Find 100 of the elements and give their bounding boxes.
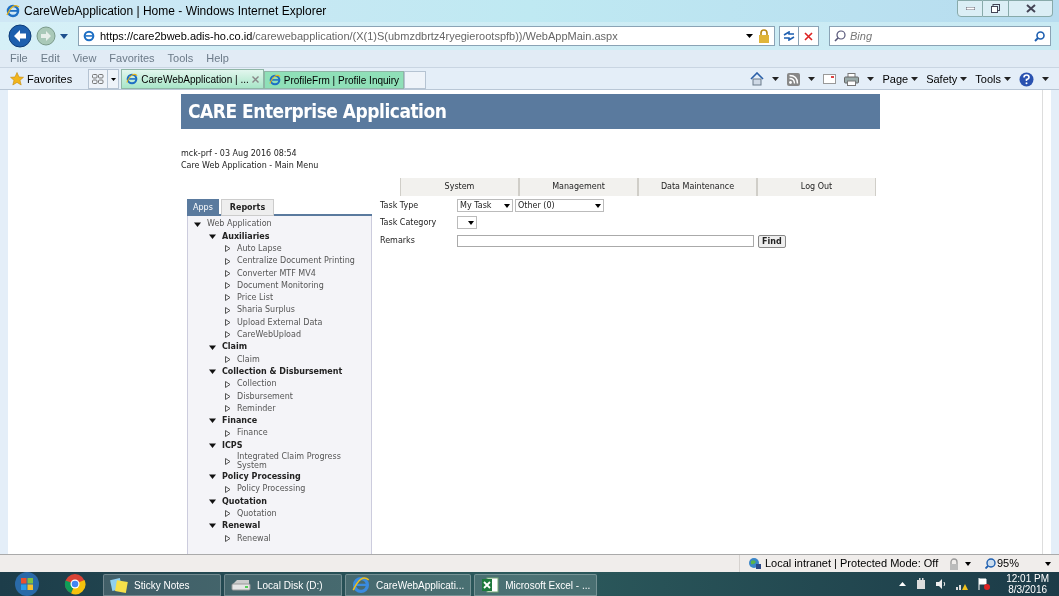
remarks-field[interactable] <box>457 235 754 247</box>
taskbar-button[interactable]: CareWebApplicati... <box>345 574 472 596</box>
task-type-dropdown[interactable]: My Task <box>457 199 513 212</box>
tree-item[interactable]: Disbursement <box>237 391 293 402</box>
expanded-arrow-icon[interactable] <box>209 232 216 240</box>
collapsed-arrow-icon[interactable] <box>224 245 231 253</box>
search-field[interactable]: Bing <box>829 26 1051 46</box>
start-button-icon[interactable] <box>12 572 42 596</box>
favorites-label[interactable]: Favorites <box>27 70 73 88</box>
tree-item[interactable]: Upload External Data <box>237 317 323 328</box>
tree-item[interactable]: Auto Lapse <box>237 244 282 254</box>
menu-item[interactable]: Favorites <box>109 50 155 67</box>
tree-item[interactable]: Claim <box>237 354 260 365</box>
expanded-arrow-icon[interactable] <box>209 343 216 351</box>
tree-item[interactable]: Policy Processing <box>237 484 306 494</box>
task-category-dropdown[interactable] <box>457 216 477 229</box>
taskbar-button[interactable]: Microsoft Excel - ... <box>474 574 598 596</box>
clock-date[interactable]: 8/3/2016 <box>1008 584 1048 595</box>
tree-item[interactable]: Centralize Document Printing <box>237 256 355 266</box>
menu-item[interactable]: File <box>10 50 28 67</box>
top-menu-item[interactable]: Management <box>519 178 638 196</box>
close-button[interactable] <box>1009 0 1053 17</box>
taskbar-button[interactable]: Sticky Notes <box>103 574 221 596</box>
expanded-arrow-icon[interactable] <box>209 473 216 481</box>
tree-item[interactable]: Renewal <box>237 533 271 543</box>
collapsed-arrow-icon[interactable] <box>224 355 231 363</box>
home-icon[interactable] <box>750 72 765 86</box>
command-menu-button[interactable]: Tools <box>975 70 1011 88</box>
command-menu-button[interactable]: Page <box>882 70 919 88</box>
caret-icon[interactable] <box>808 77 816 81</box>
tree-item[interactable]: Policy Processing <box>222 472 301 482</box>
collapsed-arrow-icon[interactable] <box>224 294 231 302</box>
tree-item[interactable]: Converter MTF MV4 <box>237 268 316 279</box>
collapsed-arrow-icon[interactable] <box>224 485 231 493</box>
tree-item[interactable]: Web Application <box>207 219 272 229</box>
collapsed-arrow-icon[interactable] <box>224 405 231 413</box>
collapsed-arrow-icon[interactable] <box>224 319 231 326</box>
search-icon[interactable] <box>1034 31 1045 42</box>
tree-item[interactable]: Reminder <box>237 403 276 414</box>
tree-item[interactable]: ICPS <box>222 440 243 451</box>
zoom-level[interactable]: 95% <box>996 555 1019 572</box>
taskbar-button[interactable]: Local Disk (D:) <box>224 574 342 596</box>
back-icon[interactable] <box>8 24 32 48</box>
collapsed-arrow-icon[interactable] <box>224 331 231 339</box>
side-tab[interactable]: Apps <box>187 199 219 216</box>
collapsed-arrow-icon[interactable] <box>224 282 231 290</box>
caret-icon[interactable] <box>1045 561 1051 566</box>
tree-item[interactable]: Integrated Claim Progress System <box>237 451 371 471</box>
top-menu-item[interactable]: System <box>400 178 519 196</box>
printer-icon[interactable] <box>844 72 860 86</box>
collapsed-arrow-icon[interactable] <box>224 534 231 542</box>
menu-item[interactable]: View <box>72 50 97 67</box>
menu-item[interactable]: Tools <box>167 50 194 67</box>
dropdown-caret-icon[interactable] <box>746 34 753 38</box>
refresh-button[interactable] <box>779 26 799 46</box>
collapsed-arrow-icon[interactable] <box>224 457 231 465</box>
tree-item[interactable]: Collection <box>237 379 277 389</box>
find-button[interactable]: Find <box>758 234 786 248</box>
chrome-icon[interactable] <box>64 573 86 595</box>
top-menu-item[interactable]: Data Maintenance <box>638 178 757 196</box>
expanded-arrow-icon[interactable] <box>209 497 216 505</box>
flag-error-icon[interactable] <box>978 578 991 590</box>
collapsed-arrow-icon[interactable] <box>224 510 231 518</box>
mail-icon[interactable] <box>823 74 837 84</box>
browser-tab[interactable]: ProfileFrm | Profile Inquiry <box>263 71 405 89</box>
collapsed-arrow-icon[interactable] <box>224 269 231 277</box>
side-tab[interactable]: Reports <box>220 199 275 216</box>
caret-icon[interactable] <box>772 77 780 81</box>
tree-item[interactable]: Finance <box>222 416 258 426</box>
tree-item[interactable]: CareWebUpload <box>237 330 301 340</box>
tree-item[interactable]: Quotation <box>222 496 267 507</box>
power-plug-icon[interactable] <box>916 578 927 590</box>
caret-icon[interactable] <box>964 561 971 566</box>
tab-list-button[interactable] <box>108 69 120 89</box>
collapsed-arrow-icon[interactable] <box>224 257 231 265</box>
caret-icon[interactable] <box>1042 77 1049 81</box>
caret-icon[interactable] <box>867 77 875 81</box>
menu-item[interactable]: Edit <box>40 50 60 67</box>
collapsed-arrow-icon[interactable] <box>224 306 231 314</box>
padlock-icon[interactable] <box>758 29 770 43</box>
clock-time[interactable]: 12:01 PM <box>1006 573 1049 584</box>
close-icon[interactable] <box>251 75 259 83</box>
tree-item[interactable]: Claim <box>222 342 248 352</box>
quick-tabs-button[interactable] <box>88 69 109 89</box>
expanded-arrow-icon[interactable] <box>209 522 216 530</box>
expanded-arrow-icon[interactable] <box>209 368 216 376</box>
stop-button[interactable] <box>799 26 819 46</box>
tree-item[interactable]: Sharia Surplus <box>237 305 295 315</box>
tree-item[interactable]: Document Monitoring <box>237 280 324 291</box>
collapsed-arrow-icon[interactable] <box>224 392 231 400</box>
help-icon[interactable] <box>1019 71 1034 87</box>
tree-item[interactable]: Collection & Disbursement <box>222 366 343 377</box>
top-menu-item[interactable]: Log Out <box>757 178 876 196</box>
menu-item[interactable]: Help <box>206 50 229 67</box>
task-filter-dropdown[interactable]: Other (0) <box>515 199 604 212</box>
speaker-icon[interactable] <box>936 579 947 589</box>
collapsed-arrow-icon[interactable] <box>224 429 231 437</box>
expanded-arrow-icon[interactable] <box>194 220 201 228</box>
expanded-arrow-icon[interactable] <box>209 442 216 449</box>
tree-item[interactable]: Renewal <box>222 521 261 531</box>
